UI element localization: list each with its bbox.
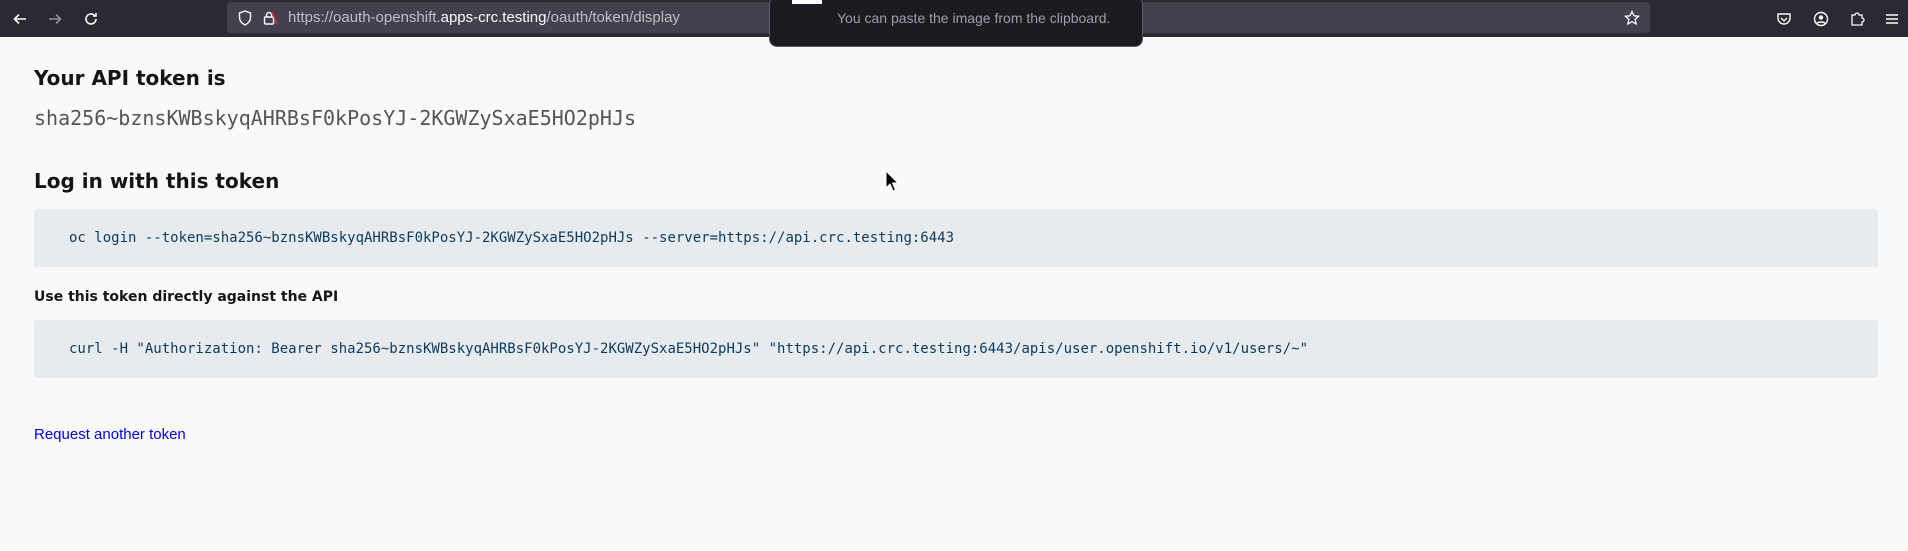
token-value: sha256~bznsKWBskyqAHRBsF0kPosYJ-2KGWZySx… (34, 106, 637, 130)
mouse-cursor-icon (885, 170, 899, 192)
extensions-button[interactable] (1842, 4, 1872, 34)
login-heading: Log in with this token (34, 169, 280, 193)
arrow-left-icon (13, 13, 26, 25)
puzzle-icon (1851, 12, 1865, 26)
back-button[interactable] (5, 4, 35, 34)
url-path: /oauth/token/display (546, 9, 680, 26)
curl-command: curl -H "Authorization: Bearer sha256~bz… (34, 320, 1878, 378)
api-heading: Use this token directly against the API (34, 289, 339, 305)
bookmark-star-button[interactable] (1621, 2, 1643, 33)
forward-button[interactable] (40, 4, 70, 34)
request-another-token-link[interactable]: Request another token (34, 426, 186, 443)
token-heading: Your API token is (34, 66, 226, 90)
hamburger-menu-icon (1886, 14, 1898, 24)
lock-icon[interactable] (259, 2, 281, 33)
pocket-button[interactable] (1769, 4, 1799, 34)
notification-text: You can paste the image from the clipboa… (837, 10, 1111, 26)
reload-icon (85, 13, 97, 25)
url-text[interactable]: https://oauth-openshift.apps-crc.testing… (288, 2, 680, 33)
url-prefix: https://oauth-openshift. (288, 9, 441, 26)
shield-icon[interactable] (234, 2, 256, 33)
notification-image-icon (792, 0, 822, 4)
account-button[interactable] (1806, 4, 1836, 34)
clipboard-notification: You can paste the image from the clipboa… (769, 0, 1143, 47)
star-icon (1624, 9, 1640, 25)
url-host: apps-crc.testing (440, 9, 547, 26)
arrow-right-icon (49, 13, 62, 25)
account-icon (1813, 11, 1829, 27)
login-command: oc login --token=sha256~bznsKWBskyqAHRBs… (34, 209, 1878, 267)
app-menu-button[interactable] (1877, 4, 1907, 34)
pocket-icon (1777, 13, 1791, 25)
reload-button[interactable] (76, 4, 106, 34)
